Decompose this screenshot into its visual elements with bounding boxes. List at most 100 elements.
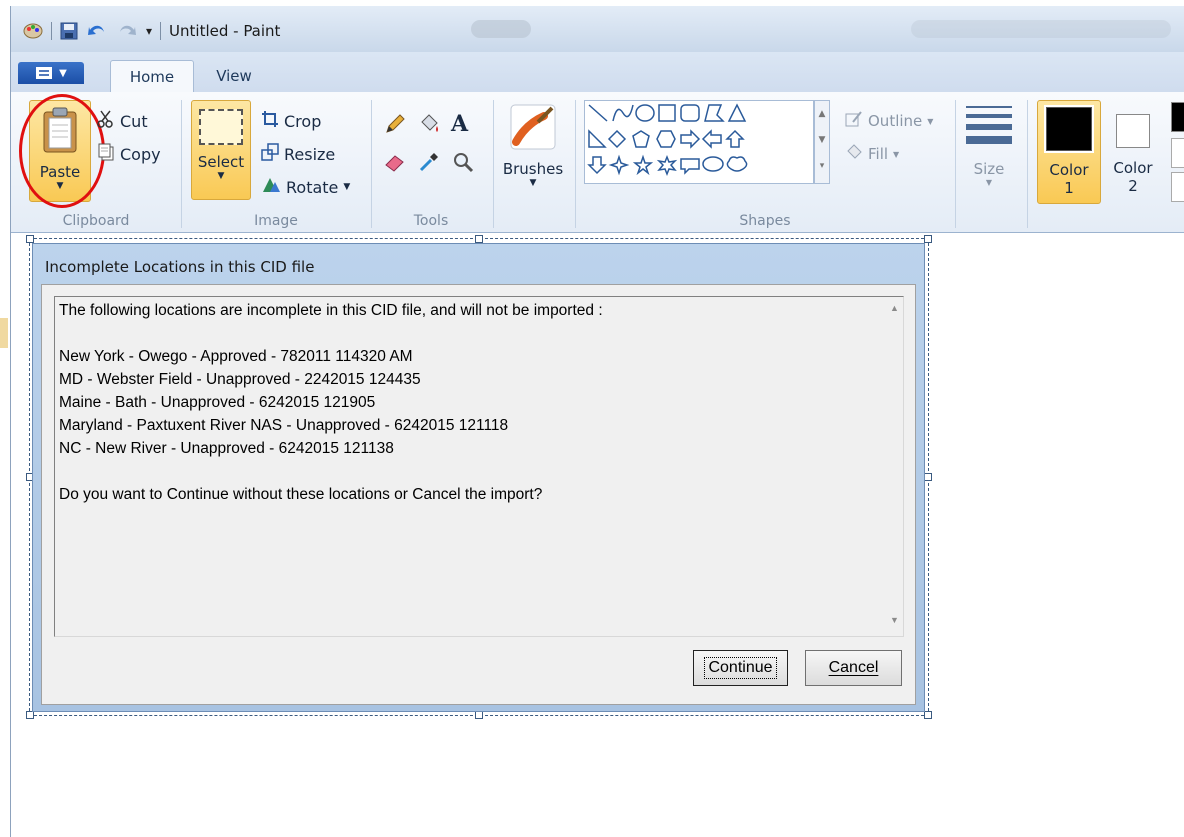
toolbar-separator [160, 22, 162, 40]
paint-menu-button[interactable]: ▼ [18, 62, 84, 84]
shapes-gallery[interactable] [584, 100, 814, 184]
shapes-scrollbar[interactable]: ▲ ▼ ▾ [814, 100, 830, 184]
text-tool-icon[interactable]: A [451, 112, 479, 140]
rotate-label: Rotate [286, 177, 339, 197]
undo-icon[interactable] [86, 22, 108, 40]
resize-handle[interactable] [26, 711, 34, 719]
cut-button[interactable]: Cut [97, 110, 148, 132]
outline-button[interactable]: Outline ▼ [845, 110, 933, 132]
resize-handle[interactable] [924, 235, 932, 243]
copy-label: Copy [120, 144, 161, 164]
fill-bucket-icon [845, 143, 863, 165]
customize-toolbar-icon[interactable]: ▾ [146, 24, 152, 38]
color1-label: Color [1049, 161, 1089, 179]
palette-swatch-white[interactable] [1171, 138, 1184, 168]
group-label-clipboard: Clipboard [62, 213, 130, 229]
resize-label: Resize [284, 144, 336, 164]
red-highlight-circle [19, 94, 105, 208]
title-bar: ▾ Untitled - Paint [11, 6, 1184, 52]
fill-label: Fill [868, 145, 889, 163]
pasted-dialog-image: Incomplete Locations in this CID file Th… [32, 243, 925, 712]
chevron-down-icon: ▼ [893, 149, 900, 159]
outline-label: Outline [868, 112, 923, 130]
group-separator [493, 100, 494, 228]
resize-handle[interactable] [924, 711, 932, 719]
magnifier-icon[interactable] [451, 150, 479, 178]
paint-app-icon[interactable] [23, 22, 43, 40]
cancel-button[interactable]: Cancel [805, 650, 902, 686]
message-line: Maryland - Paxtuxent River NAS - Unappro… [59, 417, 509, 434]
resize-handle[interactable] [924, 473, 932, 481]
color1-button[interactable]: Color 1 [1037, 100, 1101, 204]
blurred-region [911, 20, 1171, 38]
message-line: The following locations are incomplete i… [59, 302, 603, 319]
crop-button[interactable]: Crop [261, 110, 321, 132]
crop-icon [261, 110, 279, 132]
size-button[interactable]: Size ▼ [959, 102, 1019, 202]
continue-button[interactable]: Continue [693, 650, 788, 686]
tab-view[interactable]: View [199, 60, 269, 92]
scissors-icon [97, 110, 115, 132]
scroll-up-arrow-icon[interactable]: ▲ [890, 303, 899, 313]
outline-pencil-icon [845, 110, 863, 132]
color1-swatch [1044, 105, 1094, 153]
resize-button[interactable]: Resize [261, 143, 335, 165]
size-label: Size [973, 160, 1005, 178]
message-textbox[interactable]: The following locations are incomplete i… [54, 296, 904, 637]
group-label-shapes: Shapes [739, 213, 791, 229]
ribbon: Paste ▼ Cut Copy Clipboard Select ▼ Crop… [11, 92, 1184, 233]
brushes-button[interactable]: Brushes ▼ [498, 102, 568, 202]
resize-icon [261, 143, 279, 165]
resize-handle[interactable] [26, 235, 34, 243]
palette-swatch-black[interactable] [1171, 102, 1184, 132]
color2-button[interactable]: Color 2 [1107, 100, 1159, 202]
chevron-down-icon: ▼ [59, 67, 67, 79]
brushes-label: Brushes [502, 160, 564, 178]
dialog-body: The following locations are incomplete i… [41, 284, 916, 705]
left-edge-strip [0, 0, 9, 837]
resize-handle[interactable] [475, 235, 483, 243]
chevron-down-icon: ▼ [343, 182, 351, 192]
scroll-down-arrow-icon[interactable]: ▼ [890, 615, 899, 625]
redo-icon[interactable] [116, 22, 138, 40]
message-line: NC - New River - Unapproved - 6242015 12… [59, 440, 394, 457]
resize-handle[interactable] [475, 711, 483, 719]
crop-label: Crop [284, 111, 322, 131]
copy-button[interactable]: Copy [97, 143, 161, 165]
color-picker-icon[interactable] [417, 150, 445, 178]
group-separator [1027, 100, 1028, 228]
clipboard-group: Paste ▼ Cut Copy Clipboard [11, 92, 181, 232]
ribbon-tabs: ▼ Home View [11, 52, 1184, 93]
message-scrollbar[interactable]: ▲ ▼ [885, 297, 903, 634]
message-line: New York - Owego - Approved - 782011 114… [59, 348, 413, 365]
tab-home[interactable]: Home [110, 60, 194, 93]
chevron-down-icon: ▼ [927, 116, 934, 126]
palette-swatch-white[interactable] [1171, 172, 1184, 202]
chevron-down-icon: ▼ [529, 178, 537, 188]
group-label-tools: Tools [413, 213, 449, 229]
left-edge-marker [0, 318, 8, 348]
brush-icon [508, 102, 558, 156]
tools-group: A Tools [371, 92, 491, 232]
rotate-button[interactable]: Rotate ▼ [261, 176, 350, 198]
selection-rectangle-icon [199, 109, 243, 145]
chevron-down-icon: ▼ [985, 178, 993, 187]
message-line: Maine - Bath - Unapproved - 6242015 1219… [59, 394, 376, 411]
cut-label: Cut [120, 111, 148, 131]
select-button[interactable]: Select ▼ [191, 100, 251, 200]
pencil-icon[interactable] [383, 112, 411, 140]
dialog-title: Incomplete Locations in this CID file [45, 258, 315, 276]
window-title: Untitled - Paint [169, 22, 281, 40]
color1-number: 1 [1064, 179, 1074, 197]
cancel-label: Cancel [828, 659, 879, 676]
rotate-icon [261, 176, 281, 198]
shapes-group: ▲ ▼ ▾ Outline ▼ Fill ▼ Shapes [575, 92, 955, 232]
toolbar-separator [51, 22, 52, 40]
fill-button[interactable]: Fill ▼ [845, 143, 899, 165]
color2-swatch [1116, 114, 1150, 148]
copy-icon [97, 143, 115, 165]
message-line: MD - Webster Field - Unapproved - 224201… [59, 371, 421, 388]
fill-bucket-icon[interactable] [417, 112, 445, 140]
eraser-icon[interactable] [383, 150, 411, 178]
save-icon[interactable] [60, 22, 78, 40]
